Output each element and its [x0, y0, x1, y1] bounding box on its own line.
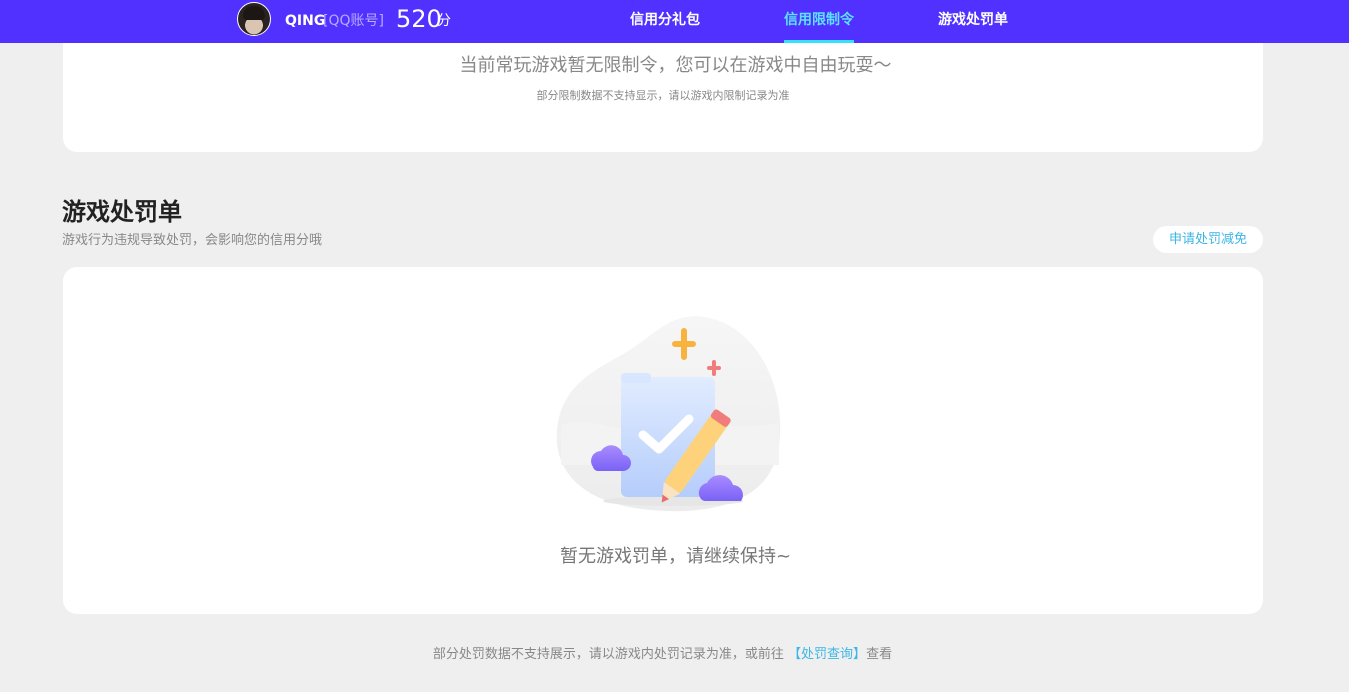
tab-credit-gift[interactable]: 信用分礼包 — [630, 11, 700, 29]
penalty-query-link[interactable]: 【处罚查询】 — [788, 647, 866, 662]
empty-penalty-message: 暂无游戏罚单，请继续保持~ — [559, 546, 792, 567]
no-limit-message: 当前常玩游戏暂无限制令，您可以在游戏中自由玩耍～ — [459, 55, 892, 76]
footer-note: 部分处罚数据不支持展示，请以游戏内处罚记录为准，或前往 【处罚查询】查看 — [0, 646, 1325, 664]
avatar[interactable] — [237, 2, 271, 36]
credit-score-unit: 分 — [437, 13, 451, 29]
credit-score: 520 — [396, 5, 442, 33]
top-navigation-bar: QING [QQ账号] 520 分 信用分礼包 信用限制令 游戏处罚单 — [0, 0, 1349, 43]
penalty-section-title: 游戏处罚单 — [62, 198, 182, 226]
tab-game-penalty[interactable]: 游戏处罚单 — [938, 11, 1008, 29]
empty-clipboard-illustration — [556, 316, 781, 512]
username: QING — [285, 13, 326, 29]
penalty-list-card: 暂无游戏罚单，请继续保持~ — [63, 267, 1263, 614]
penalty-section-subtitle: 游戏行为违规导致处罚，会影响您的信用分哦 — [62, 233, 323, 248]
tab-credit-limit[interactable]: 信用限制令 — [784, 11, 854, 29]
limit-status-card: 当前常玩游戏暂无限制令，您可以在游戏中自由玩耍～ 部分限制数据不支持显示，请以游… — [63, 43, 1263, 152]
limit-data-note: 部分限制数据不支持显示，请以游戏内限制记录为准 — [536, 89, 790, 102]
account-type-label: [QQ账号] — [323, 13, 384, 29]
footer-note-suffix: 查看 — [866, 647, 893, 662]
footer-note-prefix: 部分处罚数据不支持展示，请以游戏内处罚记录为准，或前往 — [432, 647, 789, 662]
apply-penalty-reduction-button[interactable]: 申请处罚减免 — [1153, 226, 1263, 253]
